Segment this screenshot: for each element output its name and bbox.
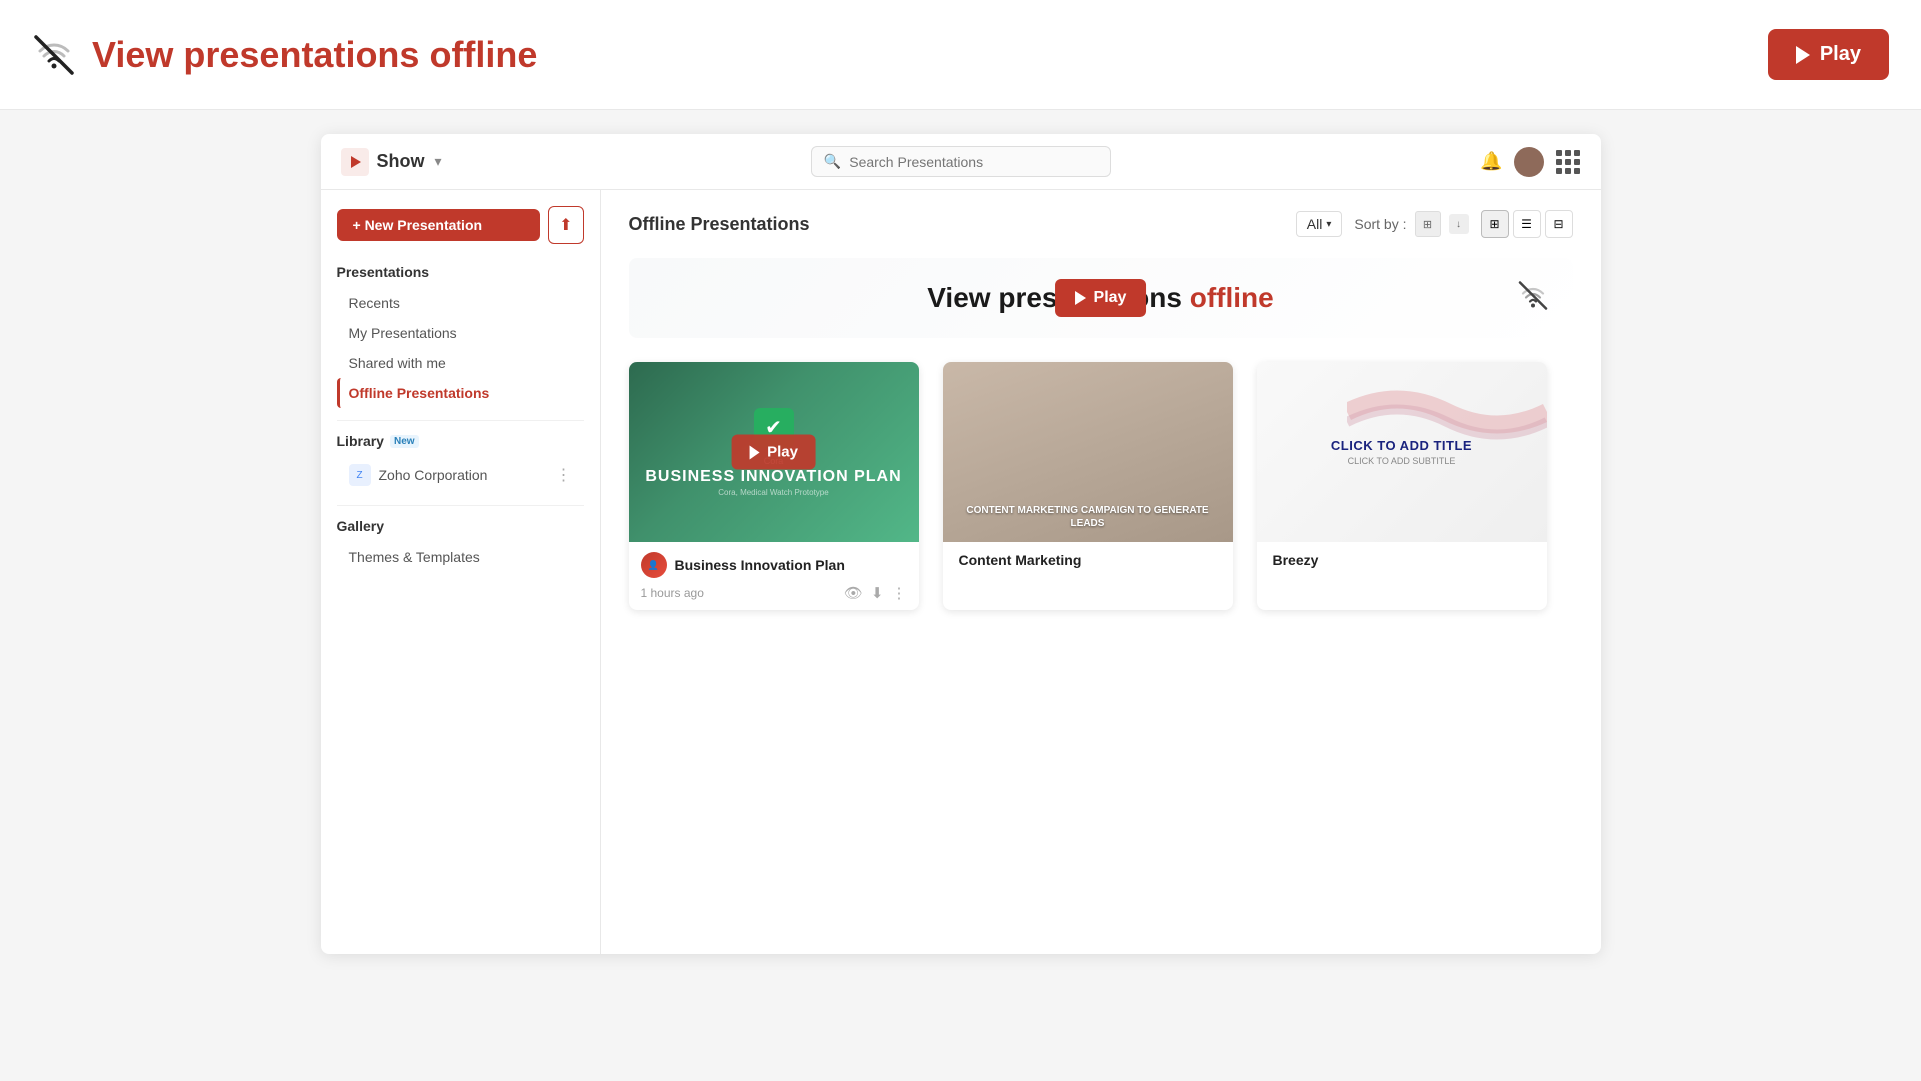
card-meta-1: 👤 Business Innovation Plan	[641, 552, 907, 578]
sidebar-item-offline-presentations[interactable]: Offline Presentations	[337, 378, 584, 408]
new-presentation-row: + New Presentation ⬆	[337, 206, 584, 244]
zoho-corp-icon: Z	[349, 464, 371, 486]
card-name-3: Breezy	[1273, 552, 1319, 568]
sort-icon[interactable]: ⊞	[1415, 211, 1441, 237]
search-input[interactable]	[849, 154, 1098, 170]
chevron-down-icon: ▾	[435, 153, 442, 170]
library-section-title-row: Library New	[337, 433, 584, 449]
card-meta-2: Content Marketing	[955, 552, 1221, 568]
sidebar: + New Presentation ⬆ Presentations Recen…	[321, 190, 601, 954]
card-name-2: Content Marketing	[959, 552, 1082, 568]
view-toggle: ⊞ ☰ ⊟	[1481, 210, 1573, 238]
offline-banner: View presentations offline Play	[629, 258, 1573, 338]
click-to-add-title: CLICK TO ADD TITLE	[1331, 438, 1472, 453]
keyboard-overlay-text: CONTENT MARKETING CAMPAIGN TO GENERATE L…	[955, 504, 1221, 530]
filter-all-dropdown[interactable]: All ▾	[1296, 211, 1343, 237]
main-container: Show ▾ 🔍 🔔	[0, 110, 1921, 978]
card-more-icon[interactable]: ⋮	[892, 584, 907, 602]
play-triangle-icon	[1075, 291, 1086, 305]
grid-dots-icon[interactable]	[1556, 150, 1580, 174]
page-title: Offline Presentations	[629, 214, 810, 235]
sidebar-item-zoho-corporation[interactable]: Z Zoho Corporation ⋮	[337, 457, 584, 493]
card-download-icon[interactable]: ⬇	[871, 584, 884, 602]
card-brand-name: Cora	[645, 456, 901, 466]
card-view-icon[interactable]: 👁	[844, 584, 863, 602]
search-box[interactable]: 🔍	[811, 146, 1111, 177]
card-info-1: 👤 Business Innovation Plan 1 hours ago 👁…	[629, 542, 919, 610]
banner-wifi-icon	[1517, 280, 1549, 317]
card-actions-1: 👁 ⬇ ⋮	[844, 584, 907, 602]
sidebar-item-recents[interactable]: Recents	[337, 288, 584, 318]
banner-play-button[interactable]: Play	[1055, 279, 1147, 317]
upload-icon: ⬆	[559, 217, 572, 234]
card-time-1: 1 hours ago	[641, 586, 704, 600]
content-header-right: All ▾ Sort by : ⊞ ↓ ⊞ ☰ ⊟	[1296, 210, 1573, 238]
app-frame: Show ▾ 🔍 🔔	[321, 134, 1601, 954]
card-content-marketing[interactable]: CONTENT MARKETING CAMPAIGN TO GENERATE L…	[943, 362, 1233, 610]
app-header: Show ▾ 🔍 🔔	[321, 134, 1601, 190]
card-thumb-2: CONTENT MARKETING CAMPAIGN TO GENERATE L…	[943, 362, 1233, 542]
app-logo-text: Show	[377, 151, 425, 172]
card-footer-1: 1 hours ago 👁 ⬇ ⋮	[641, 584, 907, 602]
content-header: Offline Presentations All ▾ Sort by : ⊞ …	[629, 210, 1573, 238]
app-logo-icon	[341, 148, 369, 176]
app-body: + New Presentation ⬆ Presentations Recen…	[321, 190, 1601, 954]
card-info-2: Content Marketing	[943, 542, 1233, 576]
top-bar-left: View presentations offline	[32, 33, 537, 77]
play-triangle-icon	[1796, 46, 1810, 64]
biz-title: BUSINESS INNOVATION PLAN	[645, 468, 901, 486]
gallery-section-title: Gallery	[337, 518, 584, 534]
check-box-icon: ✔	[754, 408, 794, 448]
chart-view-button[interactable]: ⊟	[1545, 210, 1573, 238]
zoho-corp-left: Z Zoho Corporation	[349, 464, 488, 486]
grid-view-button[interactable]: ⊞	[1481, 210, 1509, 238]
list-view-button[interactable]: ☰	[1513, 210, 1541, 238]
sort-by-row: Sort by : ⊞ ↓	[1354, 211, 1468, 237]
sidebar-divider-1	[337, 420, 584, 421]
bell-icon[interactable]: 🔔	[1480, 151, 1502, 172]
sidebar-item-shared-with-me[interactable]: Shared with me	[337, 348, 584, 378]
library-new-badge: New	[390, 435, 419, 448]
top-bar-title: View presentations offline	[92, 34, 537, 76]
click-to-add-subtitle: CLICK TO ADD SUBTITLE	[1331, 456, 1472, 466]
brand-tag: Cora, Medical Watch Prototype	[645, 488, 901, 497]
sidebar-divider-2	[337, 505, 584, 506]
breezy-card-inner: CLICK TO ADD TITLE CLICK TO ADD SUBTITLE	[1331, 438, 1472, 466]
cards-grid: ✔ Cora BUSINESS INNOVATION PLAN Cora, Me…	[629, 362, 1573, 610]
play-button[interactable]: Play	[1768, 29, 1889, 80]
presentations-section-title: Presentations	[337, 264, 584, 280]
library-section-title: Library	[337, 433, 384, 449]
top-bar: View presentations offline Play	[0, 0, 1921, 110]
breezy-wave-decoration	[1347, 382, 1547, 442]
card-thumb-1: ✔ Cora BUSINESS INNOVATION PLAN Cora, Me…	[629, 362, 919, 542]
wifi-off-icon	[32, 33, 76, 77]
upload-button[interactable]: ⬆	[548, 206, 583, 244]
card-info-3: Breezy	[1257, 542, 1547, 576]
card-breezy[interactable]: CLICK TO ADD TITLE CLICK TO ADD SUBTITLE…	[1257, 362, 1547, 610]
sidebar-item-my-presentations[interactable]: My Presentations	[337, 318, 584, 348]
more-options-icon[interactable]: ⋮	[556, 465, 572, 485]
search-icon: 🔍	[824, 153, 841, 170]
app-header-actions: 🔔	[1480, 147, 1580, 177]
card-thumb-inner-1: ✔ Cora BUSINESS INNOVATION PLAN Cora, Me…	[645, 408, 901, 497]
app-logo[interactable]: Show ▾	[341, 148, 442, 176]
card-thumb-3: CLICK TO ADD TITLE CLICK TO ADD SUBTITLE	[1257, 362, 1547, 542]
card-name-1: Business Innovation Plan	[675, 557, 845, 573]
sort-direction-icon[interactable]: ↓	[1449, 214, 1469, 234]
card-avatar-1: 👤	[641, 552, 667, 578]
chevron-down-icon: ▾	[1326, 219, 1331, 230]
card-meta-3: Breezy	[1269, 552, 1535, 568]
sidebar-item-themes-templates[interactable]: Themes & Templates	[337, 542, 584, 572]
avatar[interactable]	[1514, 147, 1544, 177]
card-business-innovation[interactable]: ✔ Cora BUSINESS INNOVATION PLAN Cora, Me…	[629, 362, 919, 610]
keyboard-placeholder: CONTENT MARKETING CAMPAIGN TO GENERATE L…	[943, 362, 1233, 542]
new-presentation-button[interactable]: + New Presentation	[337, 209, 541, 241]
main-content: Offline Presentations All ▾ Sort by : ⊞ …	[601, 190, 1601, 954]
